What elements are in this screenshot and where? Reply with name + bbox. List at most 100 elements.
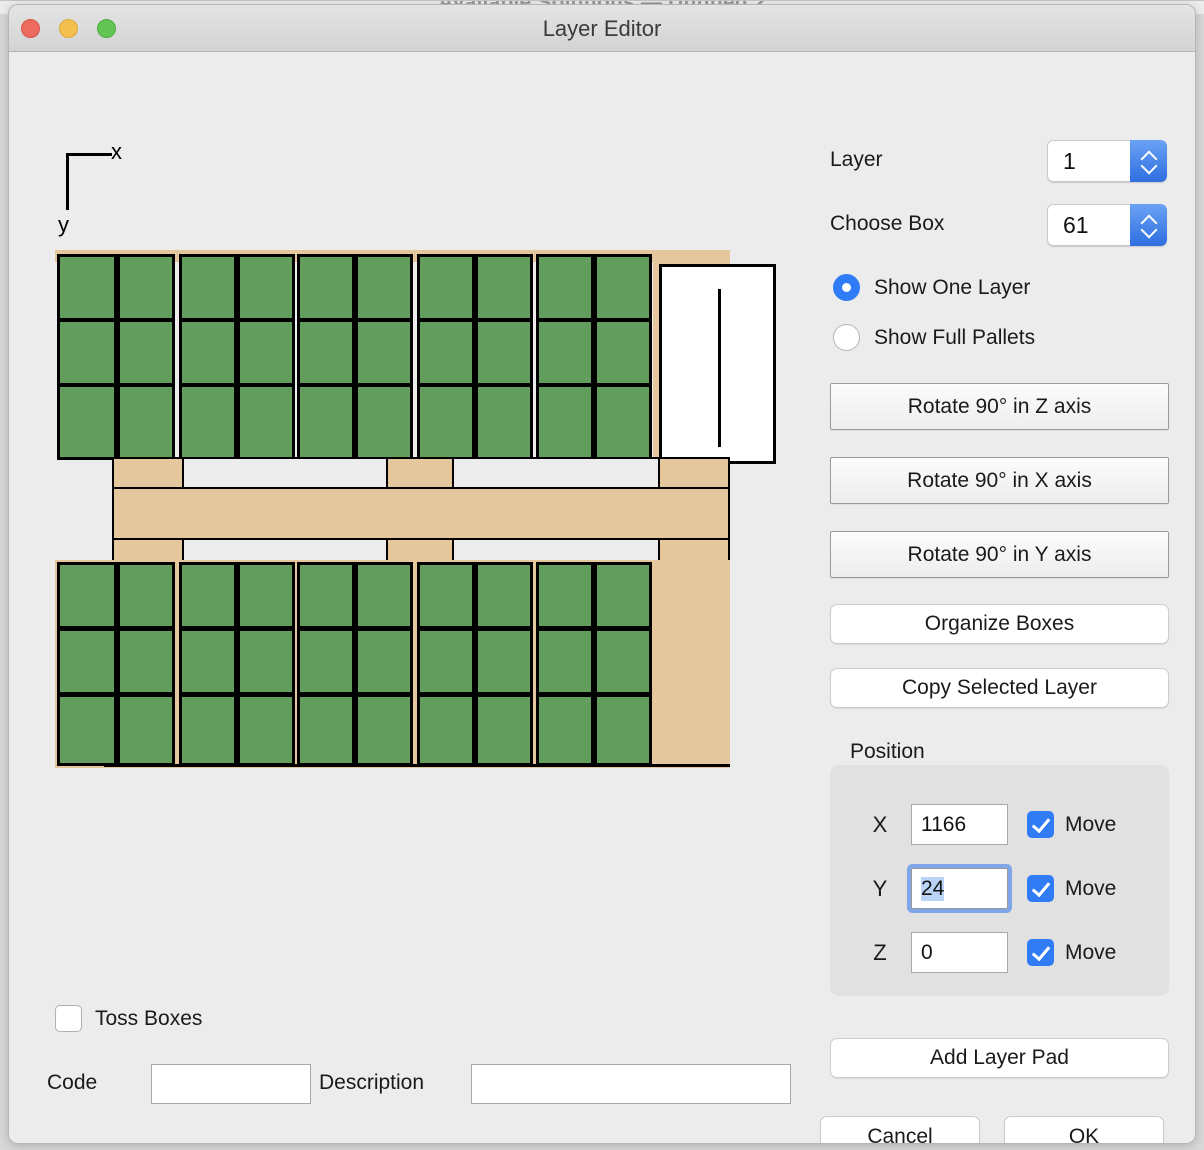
box-cell[interactable] (417, 694, 475, 766)
box-cell[interactable] (417, 254, 475, 321)
radio-show-one-layer[interactable]: Show One Layer (833, 274, 1030, 301)
box-cell[interactable] (117, 562, 175, 629)
box-cell[interactable] (355, 628, 413, 695)
box-cell[interactable] (536, 254, 594, 321)
radio-show-full-pallets[interactable]: Show Full Pallets (833, 324, 1035, 351)
box-cell[interactable] (297, 319, 355, 386)
box-cell[interactable] (475, 562, 533, 629)
box-cell[interactable] (594, 319, 652, 386)
cancel-button[interactable]: Cancel (820, 1116, 980, 1143)
layer-preview-canvas[interactable]: x y (9, 52, 814, 972)
box-cell[interactable] (594, 694, 652, 766)
box-cell[interactable] (594, 562, 652, 629)
box-cell[interactable] (117, 628, 175, 695)
axis-x-line (66, 153, 112, 156)
selected-box[interactable] (659, 264, 776, 464)
box-cell[interactable] (297, 694, 355, 766)
box-cell[interactable] (417, 384, 475, 460)
box-cell[interactable] (594, 384, 652, 460)
box-cell[interactable] (179, 254, 237, 321)
box-cell[interactable] (179, 384, 237, 460)
axis-y-line (66, 153, 69, 210)
box-cell[interactable] (536, 562, 594, 629)
box-cell[interactable] (237, 562, 295, 629)
box-cell[interactable] (117, 319, 175, 386)
box-cell[interactable] (57, 694, 117, 766)
chevron-down-icon[interactable] (1141, 226, 1157, 234)
toss-boxes-checkbox[interactable] (55, 1005, 82, 1032)
move-checkbox-z[interactable] (1027, 939, 1054, 966)
axis-y-label: y (58, 212, 69, 237)
box-cell[interactable] (57, 254, 117, 321)
code-label: Code (47, 1071, 98, 1094)
box-cell[interactable] (117, 254, 175, 321)
box-cell[interactable] (57, 562, 117, 629)
layer-value[interactable]: 1 (1047, 140, 1130, 182)
titlebar: Layer Editor (9, 5, 1195, 52)
description-input[interactable] (471, 1064, 791, 1104)
box-cell[interactable] (536, 319, 594, 386)
box-cell[interactable] (417, 562, 475, 629)
box-cell[interactable] (179, 319, 237, 386)
box-cell[interactable] (536, 694, 594, 766)
box-cell[interactable] (117, 694, 175, 766)
position-axis-label-x: X (872, 811, 888, 837)
position-input-y[interactable]: 24 (911, 868, 1008, 909)
box-cell[interactable] (297, 384, 355, 460)
box-cell[interactable] (237, 694, 295, 766)
ok-button[interactable]: OK (1004, 1116, 1164, 1143)
box-cell[interactable] (536, 628, 594, 695)
box-cell[interactable] (117, 384, 175, 460)
radio-button-icon[interactable] (833, 324, 860, 351)
box-cell[interactable] (417, 628, 475, 695)
box-cell[interactable] (355, 319, 413, 386)
box-cell[interactable] (237, 628, 295, 695)
choose-box-stepper-buttons[interactable] (1130, 204, 1167, 246)
rotate-x-button[interactable]: Rotate 90° in X axis (830, 457, 1169, 504)
box-cell[interactable] (179, 562, 237, 629)
choose-box-value[interactable]: 61 (1047, 204, 1130, 246)
box-cell[interactable] (179, 694, 237, 766)
layer-stepper[interactable]: 1 (1047, 140, 1167, 182)
toss-boxes-row[interactable]: Toss Boxes (55, 1005, 202, 1032)
box-cell[interactable] (237, 254, 295, 321)
copy-selected-layer-button[interactable]: Copy Selected Layer (830, 668, 1169, 708)
radio-button-icon[interactable] (833, 274, 860, 301)
move-checkbox-y[interactable] (1027, 875, 1054, 902)
box-cell[interactable] (355, 694, 413, 766)
box-cell[interactable] (297, 628, 355, 695)
radio-show-one-layer-label: Show One Layer (874, 275, 1031, 299)
code-input[interactable] (151, 1064, 311, 1104)
box-cell[interactable] (57, 319, 117, 386)
box-cell[interactable] (475, 628, 533, 695)
pallet-runner-block (658, 457, 730, 489)
box-cell[interactable] (297, 562, 355, 629)
box-cell[interactable] (475, 694, 533, 766)
box-cell[interactable] (57, 384, 117, 460)
box-cell[interactable] (355, 254, 413, 321)
choose-box-stepper[interactable]: 61 (1047, 204, 1167, 246)
box-cell[interactable] (536, 384, 594, 460)
box-cell[interactable] (237, 384, 295, 460)
position-input-z[interactable]: 0 (911, 932, 1008, 973)
box-cell[interactable] (475, 254, 533, 321)
box-cell[interactable] (237, 319, 295, 386)
position-input-x[interactable]: 1166 (911, 804, 1008, 845)
box-cell[interactable] (57, 628, 117, 695)
box-cell[interactable] (355, 562, 413, 629)
box-cell[interactable] (179, 628, 237, 695)
box-cell[interactable] (475, 319, 533, 386)
box-cell[interactable] (355, 384, 413, 460)
box-cell[interactable] (417, 319, 475, 386)
box-cell[interactable] (594, 628, 652, 695)
rotate-z-button[interactable]: Rotate 90° in Z axis (830, 383, 1169, 430)
chevron-down-icon[interactable] (1141, 162, 1157, 170)
rotate-y-button[interactable]: Rotate 90° in Y axis (830, 531, 1169, 578)
box-cell[interactable] (594, 254, 652, 321)
box-cell[interactable] (475, 384, 533, 460)
move-checkbox-x[interactable] (1027, 811, 1054, 838)
layer-stepper-buttons[interactable] (1130, 140, 1167, 182)
add-layer-pad-button[interactable]: Add Layer Pad (830, 1038, 1169, 1078)
box-cell[interactable] (297, 254, 355, 321)
organize-boxes-button[interactable]: Organize Boxes (830, 604, 1169, 644)
